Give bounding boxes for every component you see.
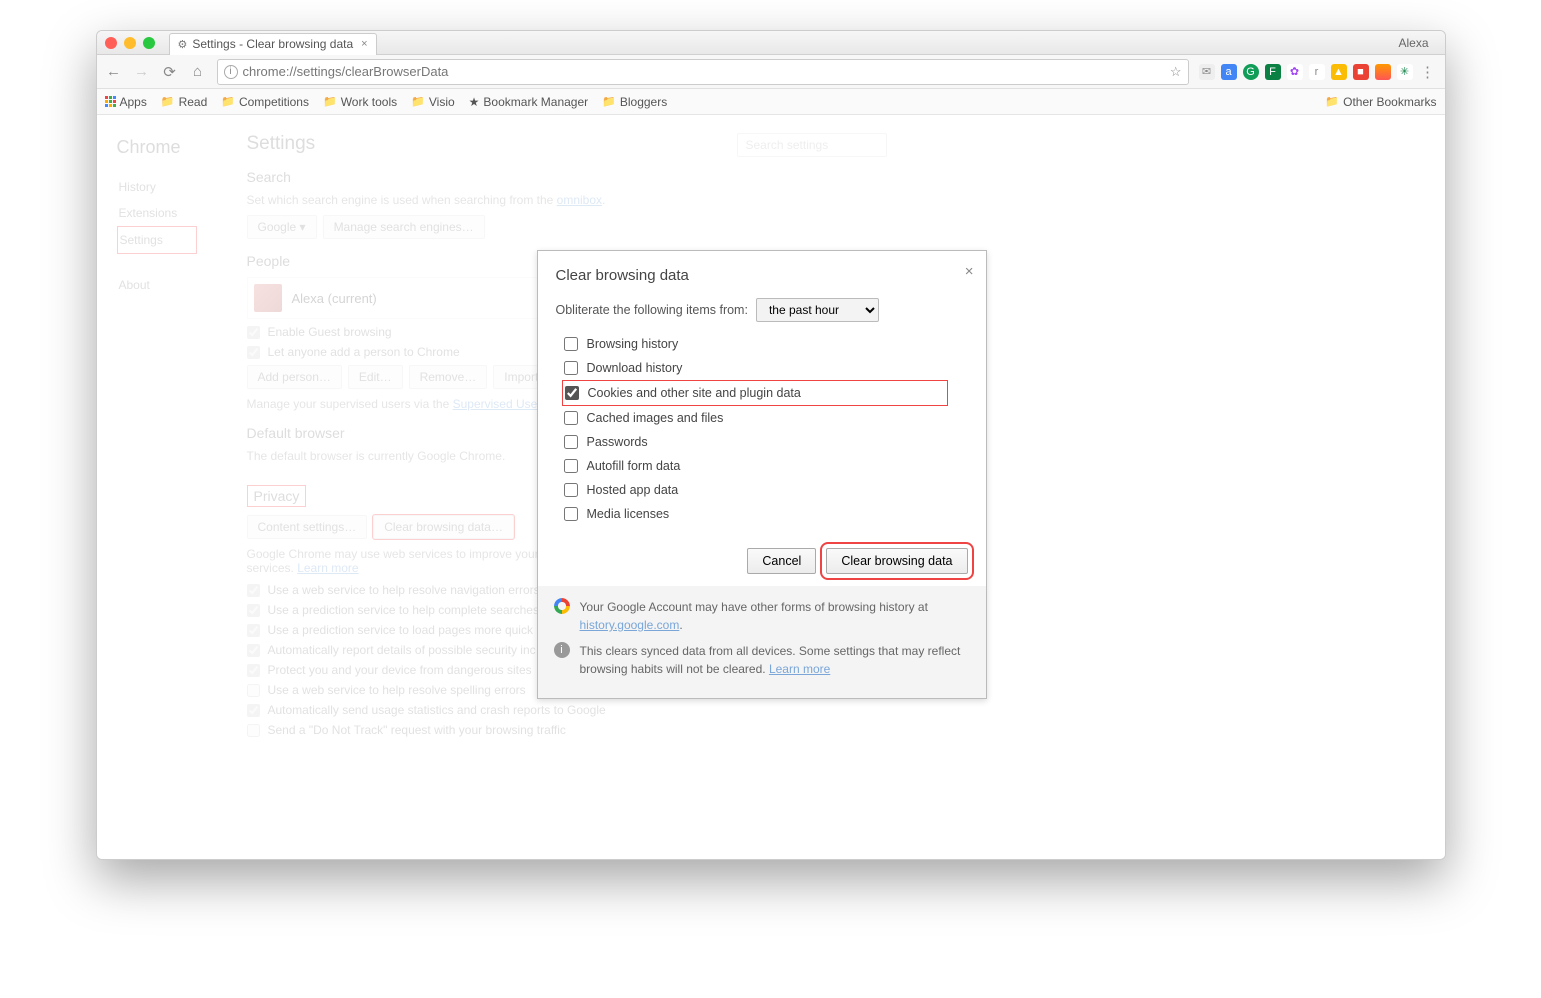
folder-icon: 📁 <box>221 95 235 108</box>
folder-icon: 📁 <box>411 95 425 108</box>
section-privacy-heading: Privacy <box>247 485 307 507</box>
time-range-select[interactable]: the past hour <box>756 298 879 322</box>
navbar: ← → ⟳ ⌂ i chrome://settings/clearBrowser… <box>97 55 1445 89</box>
content-area: Chrome History Extensions Settings About… <box>97 115 1445 859</box>
nav-history[interactable]: History <box>117 174 197 200</box>
learn-more-link[interactable]: Learn more <box>297 561 358 575</box>
clear-browsing-dialog: × Clear browsing data Obliterate the fol… <box>537 250 987 699</box>
clear-option[interactable]: Browsing history <box>562 332 968 356</box>
search-desc: Set which search engine is used when sea… <box>247 193 887 207</box>
edit-person-button[interactable]: Edit… <box>348 365 403 389</box>
ext-icon[interactable]: r <box>1309 64 1325 80</box>
ext-icon[interactable]: ✿ <box>1287 64 1303 80</box>
gear-icon: ⚙ <box>178 38 188 51</box>
other-bookmarks[interactable]: 📁Other Bookmarks <box>1325 95 1436 109</box>
bookmark-folder[interactable]: 📁Work tools <box>323 95 397 109</box>
apps-icon <box>105 96 116 107</box>
clear-option[interactable]: Media licenses <box>562 502 968 526</box>
folder-icon: 📁 <box>1325 95 1339 108</box>
reload-icon[interactable]: ⟳ <box>161 63 179 81</box>
nav-about[interactable]: About <box>117 272 197 298</box>
apps-shortcut[interactable]: Apps <box>105 95 147 109</box>
clear-data-options: Browsing historyDownload historyCookies … <box>562 332 968 526</box>
folder-icon: 📁 <box>323 95 337 108</box>
folder-icon: 📁 <box>161 95 175 108</box>
bookmark-manager[interactable]: ★Bookmark Manager <box>469 95 588 109</box>
clear-option[interactable]: Cookies and other site and plugin data <box>562 380 948 406</box>
privacy-option[interactable]: Automatically send usage statistics and … <box>247 703 887 717</box>
clear-data-confirm-button[interactable]: Clear browsing data <box>826 548 967 574</box>
ext-icon[interactable] <box>1375 64 1391 80</box>
section-search-heading: Search <box>247 169 887 185</box>
supervised-link[interactable]: Supervised Use <box>453 397 538 411</box>
add-person-button[interactable]: Add person… <box>247 365 342 389</box>
ext-icon[interactable]: F <box>1265 64 1281 80</box>
clear-option[interactable]: Cached images and files <box>562 406 968 430</box>
avatar <box>254 284 282 312</box>
obliterate-label: Obliterate the following items from: <box>556 303 748 317</box>
forward-icon: → <box>133 63 151 80</box>
cancel-button[interactable]: Cancel <box>747 548 816 574</box>
apps-label: Apps <box>120 95 147 109</box>
search-settings-input[interactable]: Search settings <box>737 133 887 157</box>
clear-option[interactable]: Hosted app data <box>562 478 968 502</box>
ext-icon[interactable]: ▲ <box>1331 64 1347 80</box>
bookmark-folder[interactable]: 📁Bloggers <box>602 95 667 109</box>
back-icon[interactable]: ← <box>105 63 123 80</box>
titlebar: ⚙ Settings - Clear browsing data × Alexa <box>97 31 1445 55</box>
content-settings-button[interactable]: Content settings… <box>247 515 368 539</box>
close-tab-icon[interactable]: × <box>361 38 367 50</box>
bookmark-folder[interactable]: 📁Visio <box>411 95 455 109</box>
clear-browsing-data-button[interactable]: Clear browsing data… <box>373 515 514 539</box>
brand-label: Chrome <box>117 137 197 158</box>
omnibox-link[interactable]: omnibox <box>557 193 602 207</box>
history-link[interactable]: history.google.com <box>580 618 680 632</box>
manage-engines-button[interactable]: Manage search engines… <box>323 215 485 239</box>
omnibox[interactable]: i chrome://settings/clearBrowserData ☆ <box>217 59 1189 85</box>
dialog-title: Clear browsing data <box>556 267 968 284</box>
privacy-option[interactable]: Send a "Do Not Track" request with your … <box>247 723 887 737</box>
traffic-lights <box>105 37 155 49</box>
site-info-icon[interactable]: i <box>224 65 238 79</box>
clear-option[interactable]: Autofill form data <box>562 454 968 478</box>
ext-icon[interactable]: a <box>1221 64 1237 80</box>
remove-person-button[interactable]: Remove… <box>409 365 488 389</box>
dialog-footer: Your Google Account may have other forms… <box>538 586 986 698</box>
person-label: Alexa (current) <box>292 291 377 306</box>
browser-window: ⚙ Settings - Clear browsing data × Alexa… <box>96 30 1446 860</box>
bookmark-star-icon[interactable]: ☆ <box>1170 64 1182 80</box>
star-icon: ★ <box>469 95 480 109</box>
minimize-window[interactable] <box>124 37 136 49</box>
ext-icon[interactable]: ✉ <box>1199 64 1215 80</box>
ext-icon[interactable]: ■ <box>1353 64 1369 80</box>
menu-icon[interactable]: ⋮ <box>1419 63 1437 81</box>
ext-icon[interactable]: G <box>1243 64 1259 80</box>
folder-icon: 📁 <box>602 95 616 108</box>
browser-tab[interactable]: ⚙ Settings - Clear browsing data × <box>169 33 377 55</box>
bookmark-folder[interactable]: 📁Read <box>161 95 207 109</box>
tab-title: Settings - Clear browsing data <box>192 37 353 51</box>
nav-settings[interactable]: Settings <box>117 226 197 254</box>
search-engine-select[interactable]: Google ▾ <box>247 215 317 239</box>
ext-icon[interactable]: ✳ <box>1397 64 1413 80</box>
clear-option[interactable]: Download history <box>562 356 968 380</box>
bookmark-folder[interactable]: 📁Competitions <box>221 95 309 109</box>
google-logo-icon <box>554 598 570 614</box>
home-icon[interactable]: ⌂ <box>189 63 207 80</box>
bookmarks-bar: Apps 📁Read 📁Competitions 📁Work tools 📁Vi… <box>97 89 1445 115</box>
profile-name[interactable]: Alexa <box>1398 36 1428 50</box>
info-icon: i <box>554 642 570 658</box>
sidenav: Chrome History Extensions Settings About <box>117 133 197 743</box>
close-dialog-icon[interactable]: × <box>965 263 974 280</box>
close-window[interactable] <box>105 37 117 49</box>
nav-extensions[interactable]: Extensions <box>117 200 197 226</box>
clear-option[interactable]: Passwords <box>562 430 968 454</box>
zoom-window[interactable] <box>143 37 155 49</box>
url-text: chrome://settings/clearBrowserData <box>243 64 449 79</box>
extension-icons: ✉ a G F ✿ r ▲ ■ ✳ ⋮ <box>1199 63 1437 81</box>
learn-more-sync-link[interactable]: Learn more <box>769 662 830 676</box>
